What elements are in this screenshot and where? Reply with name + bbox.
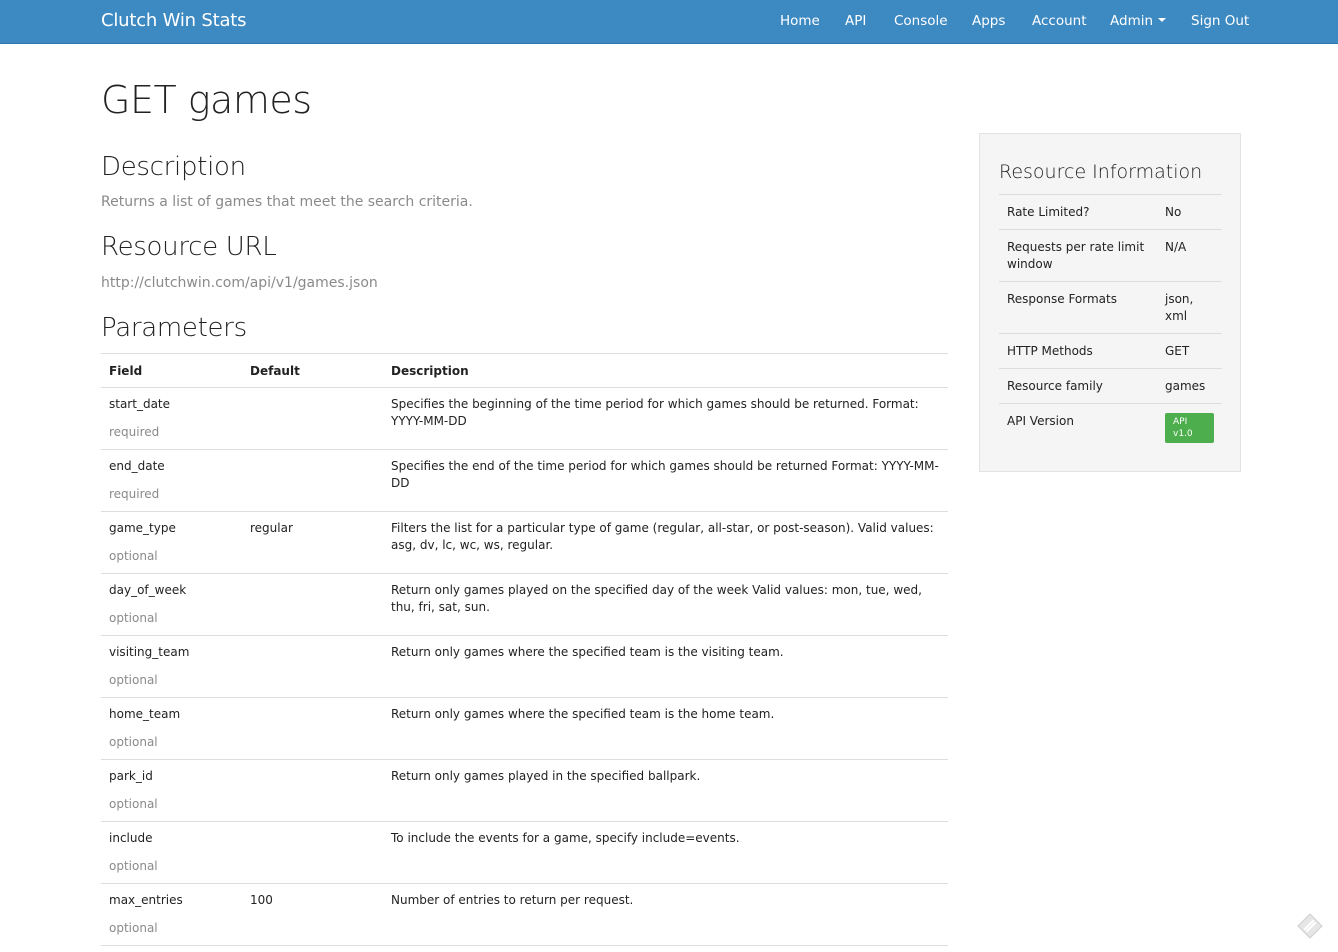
description-text: Returns a list of games that meet the se… <box>101 194 473 210</box>
param-name: game_type <box>109 521 176 535</box>
parameters-table: Field Default Description start_daterequ… <box>101 353 948 946</box>
param-description: Return only games where the specified te… <box>383 697 948 760</box>
param-requirement: optional <box>109 859 158 873</box>
param-default: 100 <box>242 883 383 946</box>
param-name: end_date <box>109 459 165 473</box>
param-description: Specifies the end of the time period for… <box>383 449 948 512</box>
param-default <box>242 635 383 698</box>
param-name: day_of_week <box>109 583 187 597</box>
param-description: Number of entries to return per request. <box>383 883 948 946</box>
parameters-heading: Parameters <box>101 313 247 343</box>
nav-apps[interactable]: Apps <box>972 13 1005 29</box>
info-row: API Version API v1.0 <box>999 403 1222 451</box>
info-key: Requests per rate limit window <box>999 229 1157 282</box>
header-field: Field <box>101 353 242 388</box>
param-name: include <box>109 831 153 845</box>
param-field-cell: include optional <box>101 821 242 884</box>
param-field-cell: game_type optional <box>101 511 242 574</box>
resource-info-title: Resource Information <box>999 161 1203 183</box>
param-requirement: required <box>109 425 160 439</box>
info-value: N/A <box>1157 229 1222 282</box>
param-requirement: optional <box>109 673 158 687</box>
param-description: Return only games played on the specifie… <box>383 573 948 636</box>
feedback-icon[interactable] <box>1296 912 1324 940</box>
nav-api[interactable]: API <box>845 13 866 29</box>
page-title: GET games <box>101 78 312 122</box>
table-row: end_date required Specifies the end of th… <box>101 449 948 512</box>
table-row: day_of_week optional Return only games pl… <box>101 573 948 636</box>
param-description: Return only games where the specified te… <box>383 635 948 698</box>
resource-info-panel: Resource Information Rate Limited? No Re… <box>979 133 1241 472</box>
info-key: Response Formats <box>999 281 1157 334</box>
param-default <box>242 387 383 450</box>
info-row: Response Formats json, xml <box>999 281 1222 334</box>
param-default <box>242 759 383 822</box>
param-name: home_team <box>109 707 181 721</box>
table-row: visiting_team optional Return only games … <box>101 635 948 698</box>
param-name: max_entries <box>109 893 183 907</box>
param-default <box>242 821 383 884</box>
param-requirement: optional <box>109 921 158 935</box>
info-row: Rate Limited? No <box>999 194 1222 230</box>
nav-admin-dropdown[interactable]: Admin <box>1110 13 1167 29</box>
info-row: Resource family games <box>999 368 1222 404</box>
param-name: park_id <box>109 769 153 783</box>
param-default <box>242 697 383 760</box>
brand-logo-link[interactable]: Clutch Win Stats <box>101 10 247 31</box>
param-field-cell: max_entries optional <box>101 883 242 946</box>
resource-url-text: http://clutchwin.com/api/v1/games.json <box>101 275 378 291</box>
resource-url-heading: Resource URL <box>101 232 277 262</box>
nav-account[interactable]: Account <box>1032 13 1087 29</box>
param-field-cell: visiting_team optional <box>101 635 242 698</box>
param-requirement: optional <box>109 549 158 563</box>
param-field-cell: day_of_week optional <box>101 573 242 636</box>
header-description: Description <box>383 353 948 388</box>
param-description: To include the events for a game, specif… <box>383 821 948 884</box>
parameters-header-row: Field Default Description <box>101 353 948 388</box>
param-description: Return only games played in the specifie… <box>383 759 948 822</box>
table-row: home_team optional Return only games wher… <box>101 697 948 760</box>
table-row: park_id optional Return only games played… <box>101 759 948 822</box>
info-key: HTTP Methods <box>999 333 1157 369</box>
param-description: Filters the list for a particular type o… <box>383 511 948 574</box>
info-key: Resource family <box>999 368 1157 404</box>
resource-info-table: Rate Limited? No Requests per rate limit… <box>999 194 1222 451</box>
table-row: start_date required Specifies the beginni… <box>101 387 948 450</box>
info-key: API Version <box>999 403 1157 451</box>
table-row: max_entries optional 100 Number of entrie… <box>101 883 948 946</box>
info-value: GET <box>1157 333 1222 369</box>
table-row: game_type optional regular Filters the li… <box>101 511 948 574</box>
param-field-cell: home_team optional <box>101 697 242 760</box>
info-value: json, xml <box>1157 281 1222 334</box>
param-default: regular <box>242 511 383 574</box>
param-default <box>242 449 383 512</box>
param-field-cell: end_date required <box>101 449 242 512</box>
nav-home[interactable]: Home <box>780 13 820 29</box>
table-row: include optional To include the events fo… <box>101 821 948 884</box>
description-heading: Description <box>101 152 246 182</box>
info-value-cell: API v1.0 <box>1157 403 1222 451</box>
param-requirement: optional <box>109 611 158 625</box>
header-default: Default <box>242 353 383 388</box>
info-value: No <box>1157 194 1222 230</box>
param-field-cell: start_date required <box>101 387 242 450</box>
param-field-cell: park_id optional <box>101 759 242 822</box>
info-value: games <box>1157 368 1222 404</box>
param-name: visiting_team <box>109 645 190 659</box>
nav-sign-out[interactable]: Sign Out <box>1191 13 1249 29</box>
info-key: Rate Limited? <box>999 194 1157 230</box>
param-requirement: optional <box>109 735 158 749</box>
param-requirement: required <box>109 487 160 501</box>
info-row: Requests per rate limit window N/A <box>999 229 1222 282</box>
param-default <box>242 573 383 636</box>
param-requirement: optional <box>109 797 158 811</box>
param-description: Specifies the beginning of the time peri… <box>383 387 948 450</box>
nav-console[interactable]: Console <box>894 13 948 29</box>
info-row: HTTP Methods GET <box>999 333 1222 369</box>
param-name: start_date <box>109 397 171 411</box>
caret-down-icon <box>1158 18 1167 22</box>
top-navbar: Clutch Win Stats Home API Console Apps A… <box>0 0 1338 44</box>
api-version-badge: API v1.0 <box>1165 413 1214 443</box>
nav-admin-label: Admin <box>1110 13 1154 29</box>
